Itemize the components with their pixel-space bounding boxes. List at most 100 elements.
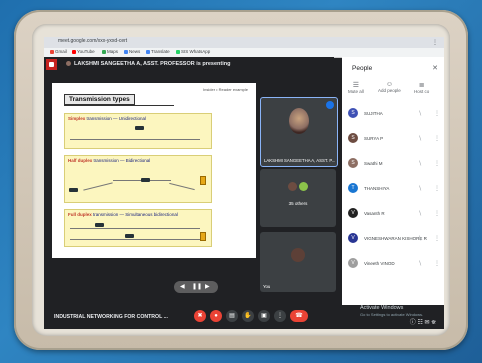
participant-avatar <box>288 182 297 191</box>
more-options-icon[interactable]: ⋮ <box>434 110 440 117</box>
url-text[interactable]: meet.google.com/xxx-yxxd-cert <box>58 38 127 44</box>
gmail-icon <box>50 49 54 54</box>
host-controls-icon: ≣ <box>418 82 425 89</box>
simplex-label: Simplex transmission — Unidirectional <box>68 116 147 121</box>
participant-avatar <box>299 182 308 191</box>
more-options-icon[interactable]: ⋮ <box>434 160 440 167</box>
people-panel-title: People <box>352 65 373 72</box>
participant-row[interactable]: S SUJITHA ∖ ⋮ <box>346 105 442 123</box>
self-tile-label: You <box>263 284 271 289</box>
presenter-tile-label: LAKSHMI SANGEETHA A, ASST. P... <box>264 158 336 163</box>
more-options-icon[interactable]: ⋮ <box>434 185 440 192</box>
meeting-tools-icons[interactable]: ⓘ ☷ ✉ ⛯ <box>410 317 436 327</box>
mic-icon[interactable]: ∖ <box>418 235 422 242</box>
participant-row[interactable]: V Vasanth R ∖ ⋮ <box>346 205 442 223</box>
mic-icon[interactable]: ∖ <box>418 135 422 142</box>
participant-row[interactable]: S SURYA P ∖ ⋮ <box>346 130 442 148</box>
more-options-icon[interactable]: ⋮ <box>434 260 440 267</box>
meeting-control-bar: INDUSTRIAL NETWORKING FOR CONTROL ... ✖ … <box>44 305 444 329</box>
others-count-label: 35 others <box>288 201 308 206</box>
news-icon <box>124 49 128 54</box>
road-line <box>70 139 200 140</box>
car-icon <box>135 126 144 130</box>
avatar: S <box>348 133 358 143</box>
screen: meet.google.com/xxx-yxxd-cert ⋮ Gmail Yo… <box>44 37 444 329</box>
presentation-slide: Insider • Reader example Transmission ty… <box>52 83 256 293</box>
road-line <box>169 182 195 191</box>
mute-all-icon: ☰ <box>352 82 360 89</box>
bookmark-translate[interactable]: Translate <box>146 49 170 54</box>
participant-name: THANSHIYA <box>364 186 390 191</box>
mic-off-button[interactable]: ✖ <box>194 310 206 322</box>
more-options-icon[interactable]: ⋮ <box>434 135 440 142</box>
close-icon[interactable]: ✕ <box>432 64 438 72</box>
maps-icon <box>102 49 106 54</box>
bookmark-sis-whatsapp[interactable]: SIS WhatsApp <box>176 49 210 54</box>
car-icon <box>141 178 150 182</box>
captions-button[interactable]: ▤ <box>226 310 238 322</box>
browser-menu-icon[interactable]: ⋮ <box>432 39 438 46</box>
mic-icon[interactable]: ∖ <box>418 185 422 192</box>
others-tile[interactable]: 35 others <box>260 169 336 227</box>
add-person-icon: ☺ <box>385 81 393 88</box>
bookmark-news[interactable]: News <box>124 49 140 54</box>
avatar: S <box>348 108 358 118</box>
avatar: S <box>348 158 358 168</box>
people-panel: People ✕ ☰ Mute all ☺ Add people ≣ Host … <box>342 57 444 305</box>
more-options-icon[interactable]: ⋮ <box>434 235 440 242</box>
host-controls-button[interactable]: ≣ Host co <box>414 81 429 94</box>
presenting-text: LAKSHMI SANGEETHA A, ASST. PROFESSOR is … <box>74 61 231 67</box>
add-people-label: Add people <box>378 88 401 93</box>
add-people-button[interactable]: ☺ Add people <box>378 81 401 93</box>
camera-off-button[interactable]: ● <box>210 310 222 322</box>
more-options-button[interactable]: ⋮ <box>274 310 286 322</box>
bookmark-youtube[interactable]: YouTube <box>72 49 95 54</box>
mute-all-button[interactable]: ☰ Mute all <box>348 81 364 94</box>
self-tile[interactable]: You <box>260 232 336 292</box>
prev-slide-button[interactable]: ◀ <box>180 283 185 290</box>
road-line <box>70 228 200 229</box>
activate-windows-title: Activate Windows <box>360 305 404 311</box>
participant-row[interactable]: V VIGNESHWARAN KISHORE R ∖ ⋮ <box>346 230 442 248</box>
mic-icon[interactable]: ∖ <box>418 110 422 117</box>
youtube-icon <box>72 49 76 54</box>
participant-name: Vasanth R <box>364 211 385 216</box>
mute-all-label: Mute all <box>348 89 364 94</box>
slide-title: Transmission types <box>64 94 135 105</box>
presenter-video <box>289 108 309 134</box>
leave-call-button[interactable]: ☎ <box>290 310 308 322</box>
mic-icon[interactable]: ∖ <box>418 160 422 167</box>
meeting-name: INDUSTRIAL NETWORKING FOR CONTROL ... <box>54 314 168 320</box>
participant-row[interactable]: S Swathi M ∖ ⋮ <box>346 155 442 173</box>
self-video <box>291 248 305 262</box>
participant-name: Vineeth VINOD <box>364 261 395 266</box>
avatar: T <box>348 183 358 193</box>
more-options-icon[interactable]: ⋮ <box>434 210 440 217</box>
simplex-box: Simplex transmission — Unidirectional <box>64 113 212 149</box>
slide-corner-text: Insider • Reader example <box>203 87 248 92</box>
participant-name: Swathi M <box>364 161 383 166</box>
bookmark-gmail[interactable]: Gmail <box>50 49 67 54</box>
traffic-sign-icon <box>200 232 206 241</box>
mic-icon[interactable]: ∖ <box>418 210 422 217</box>
half-duplex-label: Half duplex transmission — Bidirectional <box>68 158 151 163</box>
participant-name: SURYA P <box>364 136 384 141</box>
present-button[interactable]: ▣ <box>258 310 270 322</box>
participant-row[interactable]: T THANSHIYA ∖ ⋮ <box>346 180 442 198</box>
host-controls-label: Host co <box>414 89 430 94</box>
bookmark-maps[interactable]: Maps <box>102 49 118 54</box>
mic-icon[interactable]: ∖ <box>418 260 422 267</box>
road-line <box>83 182 113 191</box>
car-icon <box>69 188 78 192</box>
address-bar[interactable]: meet.google.com/xxx-yxxd-cert ⋮ <box>44 37 444 48</box>
slide-nav-controls: ◀ ❚❚ ▶ <box>174 281 218 293</box>
half-duplex-box: Half duplex transmission — Bidirectional <box>64 155 212 203</box>
car-icon <box>95 223 104 227</box>
presenter-tile[interactable]: LAKSHMI SANGEETHA A, ASST. P... <box>260 97 338 167</box>
next-slide-button[interactable]: ▶ <box>205 283 210 290</box>
pause-button[interactable]: ❚❚ <box>192 283 202 290</box>
meet-logo-icon <box>46 59 57 70</box>
traffic-sign-icon <box>200 176 206 185</box>
participant-row[interactable]: V Vineeth VINOD ∖ ⋮ <box>346 255 442 273</box>
raise-hand-button[interactable]: ✋ <box>242 310 254 322</box>
